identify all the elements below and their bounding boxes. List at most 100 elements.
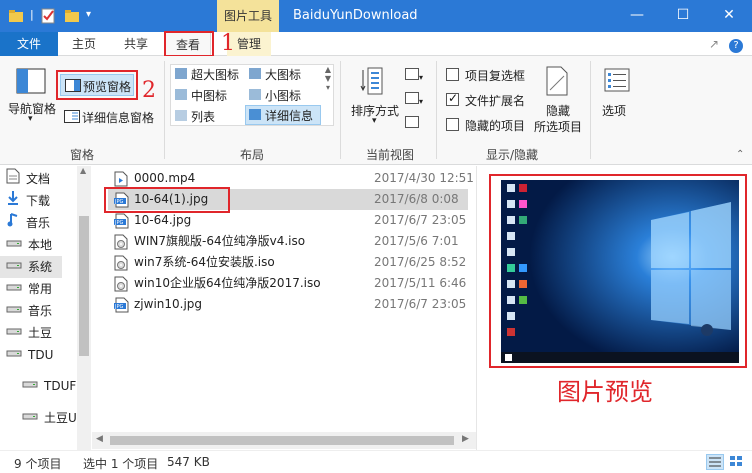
sidebar-item[interactable]: 本地 xyxy=(6,234,53,256)
details-pane-icon xyxy=(64,110,80,123)
sidebar-item-label: 下载 xyxy=(26,194,51,208)
selected-count: 选中 1 个项目 xyxy=(83,457,159,471)
sidebar-item[interactable]: 文档 xyxy=(6,168,50,190)
file-row[interactable]: JPG 10-64.jpg 2017/6/7 23:05 xyxy=(108,210,468,231)
file-name: 0000.mp4 xyxy=(134,171,196,185)
file-date-modified: 2017/6/8 0:08 xyxy=(374,192,459,206)
details-pane-button[interactable]: 详细信息窗格 xyxy=(62,107,160,127)
drive-icon xyxy=(6,256,22,279)
sidebar-item[interactable]: 下载 xyxy=(8,190,50,212)
chevron-down-icon: ▾ xyxy=(28,114,33,124)
file-row[interactable]: win10企业版64位纯净版2017.iso 2017/5/11 6:46 xyxy=(108,273,468,294)
sidebar-item[interactable]: TDUF xyxy=(22,375,76,397)
large-icons-view-toggle[interactable] xyxy=(728,454,746,470)
ribbon-tab-row: 文件 主页 共享 查看 管理 ↗ ? xyxy=(0,32,752,57)
desktop-screenshot-preview-image xyxy=(501,180,739,363)
file-name: zjwin10.jpg xyxy=(134,297,203,311)
layout-extra-large-icons[interactable]: 超大图标 xyxy=(175,66,239,83)
chevron-down-icon: ▾ xyxy=(419,97,424,106)
drive-icon xyxy=(6,234,22,257)
grid-icon xyxy=(249,68,261,79)
file-date-modified: 2017/4/30 12:51 xyxy=(374,171,474,185)
file-extensions-checkbox[interactable] xyxy=(446,91,459,106)
navigation-pane-button[interactable]: 导航窗格 ▾ xyxy=(6,62,56,142)
hide-selected-items-button[interactable]: 隐藏 所选项目 xyxy=(532,62,584,142)
add-columns-button[interactable]: ▾ xyxy=(405,92,429,108)
image-file-icon: JPG xyxy=(114,213,129,229)
file-extensions-label: 文件扩展名 xyxy=(465,94,526,108)
gallery-scroll[interactable]: ▲ ▼ ▾ xyxy=(323,65,333,125)
customize-qat-icon[interactable]: ▾ xyxy=(86,9,102,25)
help-icon[interactable]: ? xyxy=(726,32,746,56)
sidebar-item[interactable]: 土豆U xyxy=(22,407,77,429)
video-file-icon xyxy=(114,171,128,187)
ribbon-separator xyxy=(436,61,437,159)
size-columns-button[interactable] xyxy=(405,116,429,132)
scroll-up-arrow[interactable]: ▲ xyxy=(80,166,86,175)
sidebar-item[interactable]: 音乐 xyxy=(6,300,52,322)
scrollbar-thumb[interactable] xyxy=(79,216,89,356)
layout-list[interactable]: 列表 xyxy=(175,108,215,125)
layout-large-icons[interactable]: 大图标 xyxy=(249,66,301,83)
disc-image-file-icon xyxy=(114,255,128,271)
sidebar-item[interactable]: 土豆 xyxy=(6,322,52,344)
item-checkboxes-label: 项目复选框 xyxy=(465,69,526,83)
file-row[interactable]: win7系统-64位安装版.iso 2017/6/25 8:52 xyxy=(108,252,468,273)
scrollbar-thumb[interactable] xyxy=(110,436,454,445)
close-button[interactable]: ✕ xyxy=(706,0,752,32)
group-label-panes: 窗格 xyxy=(70,148,95,162)
new-folder-icon[interactable] xyxy=(64,8,80,24)
properties-icon[interactable] xyxy=(40,8,56,24)
ribbon-separator xyxy=(590,61,591,159)
layout-small-icons[interactable]: 小图标 xyxy=(249,87,301,104)
download-icon xyxy=(6,190,20,213)
tab-file[interactable]: 文件 xyxy=(0,32,58,56)
sidebar-item-label: 土豆U xyxy=(44,411,77,425)
details-view-icon xyxy=(709,457,721,467)
file-date-modified: 2017/5/6 7:01 xyxy=(374,234,459,248)
file-name: win7系统-64位安装版.iso xyxy=(134,255,275,269)
folder-icon[interactable] xyxy=(8,8,24,24)
annotation-number-1: 1 xyxy=(221,31,235,56)
file-row[interactable]: JPG zjwin10.jpg 2017/6/7 23:05 xyxy=(108,294,468,315)
layout-details[interactable]: 详细信息 xyxy=(245,105,321,125)
collapse-ribbon-icon[interactable]: ⌃ xyxy=(736,149,744,160)
options-button[interactable]: 选项 xyxy=(598,62,636,132)
title-bar: | ▾ 图片工具 BaiduYunDownload — ☐ ✕ xyxy=(0,0,752,32)
file-row[interactable]: WIN7旗舰版-64位纯净版v4.iso 2017/5/6 7:01 xyxy=(108,231,468,252)
navigation-pane-scrollbar[interactable]: ▲ xyxy=(77,166,91,450)
scroll-right-arrow[interactable]: ▶ xyxy=(462,434,469,444)
layout-list-label: 列表 xyxy=(191,110,216,124)
tab-home[interactable]: 主页 xyxy=(62,32,106,56)
preview-pane: 图片预览 xyxy=(476,166,752,450)
sidebar-item[interactable]: TDU xyxy=(6,344,53,366)
sidebar-item[interactable]: 音乐 xyxy=(7,212,50,234)
pin-ribbon-icon[interactable]: ↗ xyxy=(706,32,722,56)
ribbon: 导航窗格 ▾ 预览窗格 2 详细信息窗格 窗格 超大图标 大图标 中图标 小图标… xyxy=(0,56,752,165)
chevron-down-icon: ▾ xyxy=(372,116,377,126)
sidebar-item-label: 音乐 xyxy=(26,216,51,230)
sort-by-button[interactable]: 排序方式 ▾ xyxy=(348,62,402,142)
sidebar-item-label: 本地 xyxy=(28,238,53,252)
details-view-toggle[interactable] xyxy=(706,454,724,470)
hidden-items-checkbox[interactable] xyxy=(446,118,459,131)
file-list-horizontal-scrollbar[interactable]: ◀ ▶ xyxy=(92,432,476,449)
options-icon xyxy=(604,68,630,92)
sidebar-item[interactable]: 常用 xyxy=(6,278,52,300)
status-bar: 9 个项目 选中 1 个项目 547 KB xyxy=(0,450,752,473)
svg-text:JPG: JPG xyxy=(114,304,123,310)
sidebar-item[interactable]: 系统 xyxy=(0,256,62,278)
minimize-button[interactable]: — xyxy=(614,0,660,32)
help-glyph: ? xyxy=(729,39,743,53)
group-by-button[interactable]: ▾ xyxy=(405,68,429,84)
maximize-button[interactable]: ☐ xyxy=(660,0,706,32)
layout-medium-icons[interactable]: 中图标 xyxy=(175,87,227,104)
file-row[interactable]: 0000.mp4 2017/4/30 12:51 xyxy=(108,168,474,189)
preview-caption: 图片预览 xyxy=(557,378,653,406)
tab-share[interactable]: 共享 xyxy=(114,32,158,56)
file-date-modified: 2017/6/7 23:05 xyxy=(374,297,467,311)
details-view-icon xyxy=(249,109,261,120)
item-checkboxes-checkbox[interactable] xyxy=(446,68,459,81)
scroll-left-arrow[interactable]: ◀ xyxy=(96,434,103,444)
list-icon xyxy=(175,110,187,121)
